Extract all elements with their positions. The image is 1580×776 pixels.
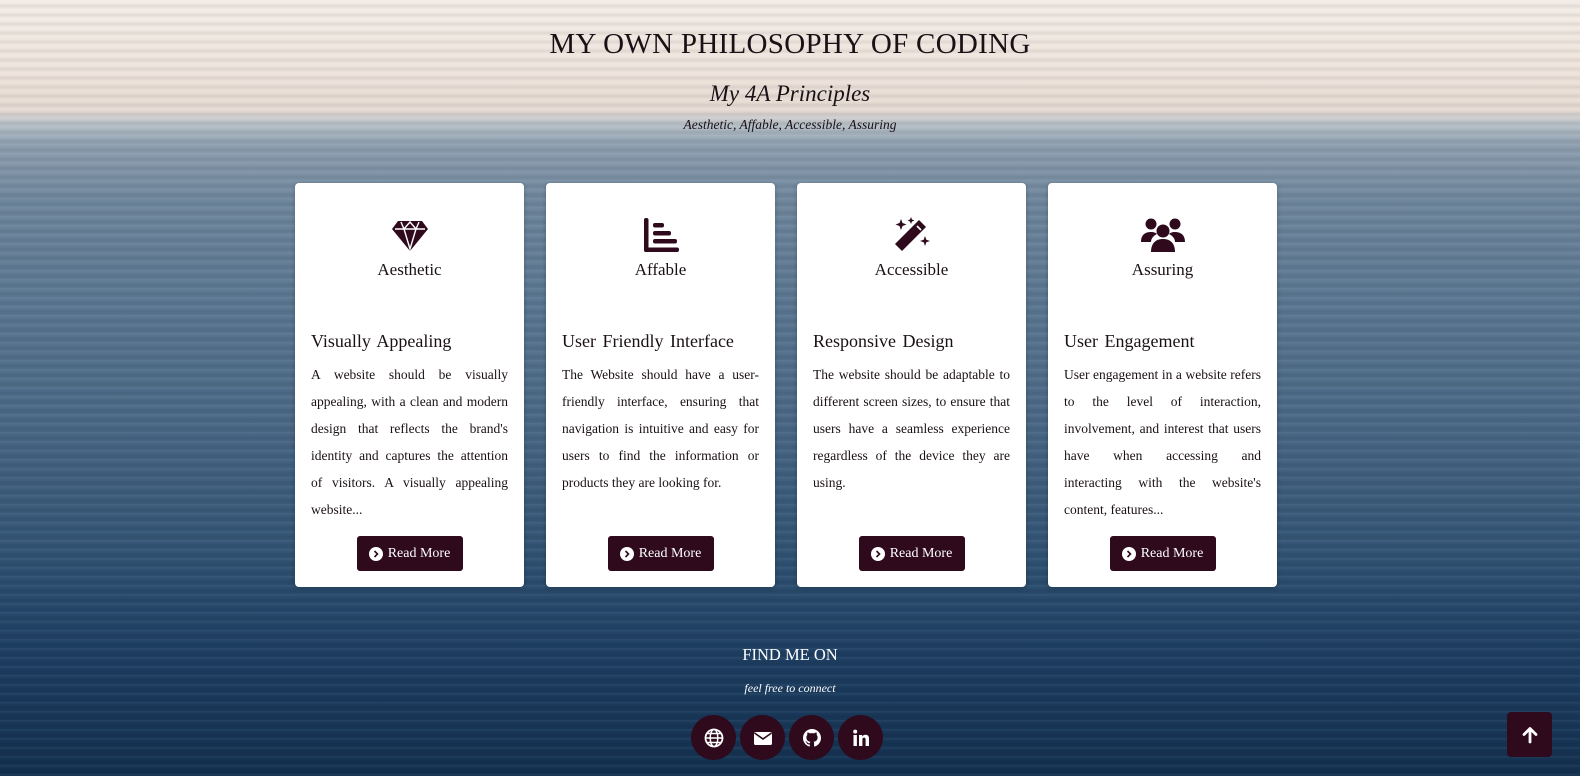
card-text: The website should be adaptable to diffe… [813,367,1010,490]
principle-card-affable: Affable User Friendly Interface The Webs… [546,183,775,587]
card-label: Assuring [1131,260,1194,279]
principle-card-assuring: Assuring User Engagement User engagement… [1048,183,1277,587]
globe-icon [704,728,723,747]
chevron-right-circle-icon [619,546,634,561]
page-title: MY OWN PHILOSOPHY OF CODING [549,28,1031,60]
card-heading: Responsive Design [813,331,954,351]
gem-icon [295,217,524,253]
card-heading: User Friendly Interface [562,331,734,351]
users-icon [1048,217,1277,253]
bar-chart-icon [546,217,775,253]
page-header: MY OWN PHILOSOPHY OF CODING My 4A Princi… [0,28,1580,133]
principle-card-aesthetic: Aesthetic Visually Appealing A website s… [295,183,524,587]
find-me-subtitle: feel free to connect [744,681,836,695]
read-more-button[interactable]: Read More [858,536,965,571]
chevron-right-circle-icon [1121,546,1136,561]
page-tagline: Aesthetic, Affable, Accessible, Assuring [683,117,897,132]
email-link[interactable] [740,715,785,760]
principle-card-accessible: Accessible Responsive Design The website… [797,183,1026,587]
social-links [691,715,883,760]
chevron-right-circle-icon [870,546,885,561]
page-subtitle: My 4A Principles [709,81,871,106]
card-heading: Visually Appealing [311,331,452,351]
find-me-section: FIND ME ON feel free to connect [0,645,1580,696]
chevron-right-circle-icon [368,546,383,561]
linkedin-icon [852,729,869,746]
card-label: Accessible [874,260,949,279]
github-icon [802,728,821,747]
envelope-icon [753,731,772,745]
linkedin-link[interactable] [838,715,883,760]
card-heading: User Engagement [1064,331,1195,351]
card-text: User engagement in a website refers to t… [1064,367,1261,517]
principles-cards: Aesthetic Visually Appealing A website s… [295,183,1277,587]
card-text: A website should be visually appealing, … [311,367,508,517]
read-more-label: Read More [1140,545,1204,561]
card-label: Aesthetic [377,260,442,279]
magic-wand-icon [797,217,1026,253]
card-label: Affable [634,260,687,279]
github-link[interactable] [789,715,834,760]
read-more-label: Read More [889,545,953,561]
website-link[interactable] [691,715,736,760]
read-more-button[interactable]: Read More [607,536,714,571]
read-more-button[interactable]: Read More [1109,536,1216,571]
read-more-label: Read More [638,545,702,561]
find-me-title: FIND ME ON [742,645,838,664]
read-more-label: Read More [387,545,451,561]
arrow-up-icon [1522,726,1537,743]
read-more-button[interactable]: Read More [356,536,463,571]
scroll-to-top-button[interactable] [1507,712,1552,757]
card-text: The Website should have a user-friendly … [562,367,759,490]
